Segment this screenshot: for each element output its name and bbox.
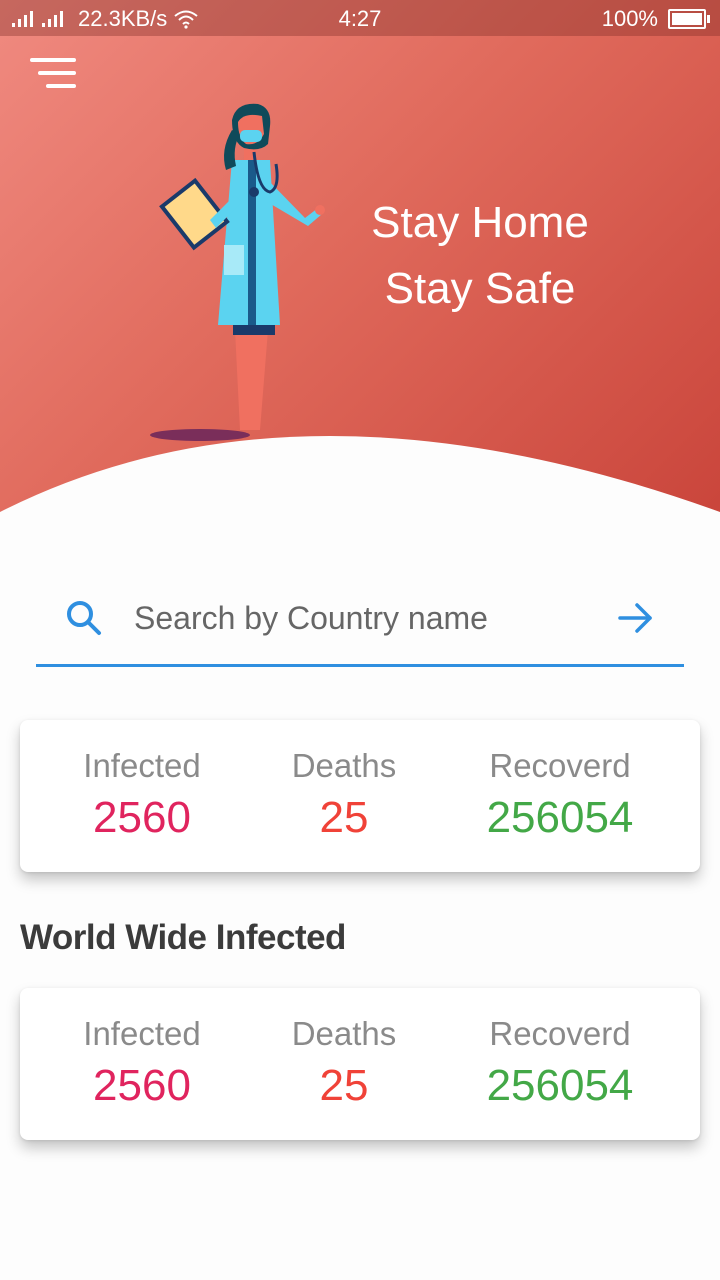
recovered-stat: Recoverd 256054 — [460, 744, 660, 848]
infected-value: 2560 — [93, 793, 191, 842]
hero-curve — [0, 436, 720, 540]
recovered-value: 256054 — [486, 793, 634, 842]
deaths-value: 25 — [319, 793, 369, 842]
infected-stat: Infected 2560 — [62, 1012, 222, 1116]
recovered-label: Recoverd — [489, 747, 631, 784]
hero-line-2: Stay Safe — [384, 264, 576, 313]
infected-stat: Infected 2560 — [62, 744, 222, 848]
hero-line-1: Stay Home — [371, 198, 589, 247]
deaths-label: Deaths — [291, 1015, 397, 1052]
status-bar: 22.3KB/s 4:27 100% — [0, 0, 720, 36]
deaths-value: 25 — [319, 1061, 369, 1110]
infected-value: 2560 — [93, 1061, 191, 1110]
recovered-value: 256054 — [486, 1061, 634, 1110]
deaths-stat: Deaths 25 — [269, 744, 419, 848]
hero-message: Stay Home Stay Safe — [330, 190, 630, 322]
menu-icon — [30, 58, 76, 62]
recovered-stat: Recoverd 256054 — [460, 1012, 660, 1116]
infected-label: Infected — [83, 747, 201, 784]
country-stats-card: Infected 2560 Deaths 25 Recoverd 256054 — [20, 720, 700, 872]
search-bar — [36, 580, 684, 667]
deaths-label: Deaths — [291, 747, 397, 784]
menu-button[interactable] — [28, 56, 78, 90]
section-title: World Wide Infected — [20, 918, 346, 957]
hero-banner: Stay Home Stay Safe — [0, 0, 720, 540]
world-stats-card: Infected 2560 Deaths 25 Recoverd 256054 — [20, 988, 700, 1140]
recovered-label: Recoverd — [489, 1015, 631, 1052]
arrow-right-icon[interactable] — [616, 598, 656, 638]
deaths-stat: Deaths 25 — [269, 1012, 419, 1116]
battery-level: 100% — [601, 6, 658, 31]
search-input[interactable] — [132, 594, 576, 642]
battery-icon — [668, 9, 710, 29]
search-icon[interactable] — [64, 598, 104, 638]
doctor-illustration — [150, 103, 325, 441]
infected-label: Infected — [83, 1015, 201, 1052]
